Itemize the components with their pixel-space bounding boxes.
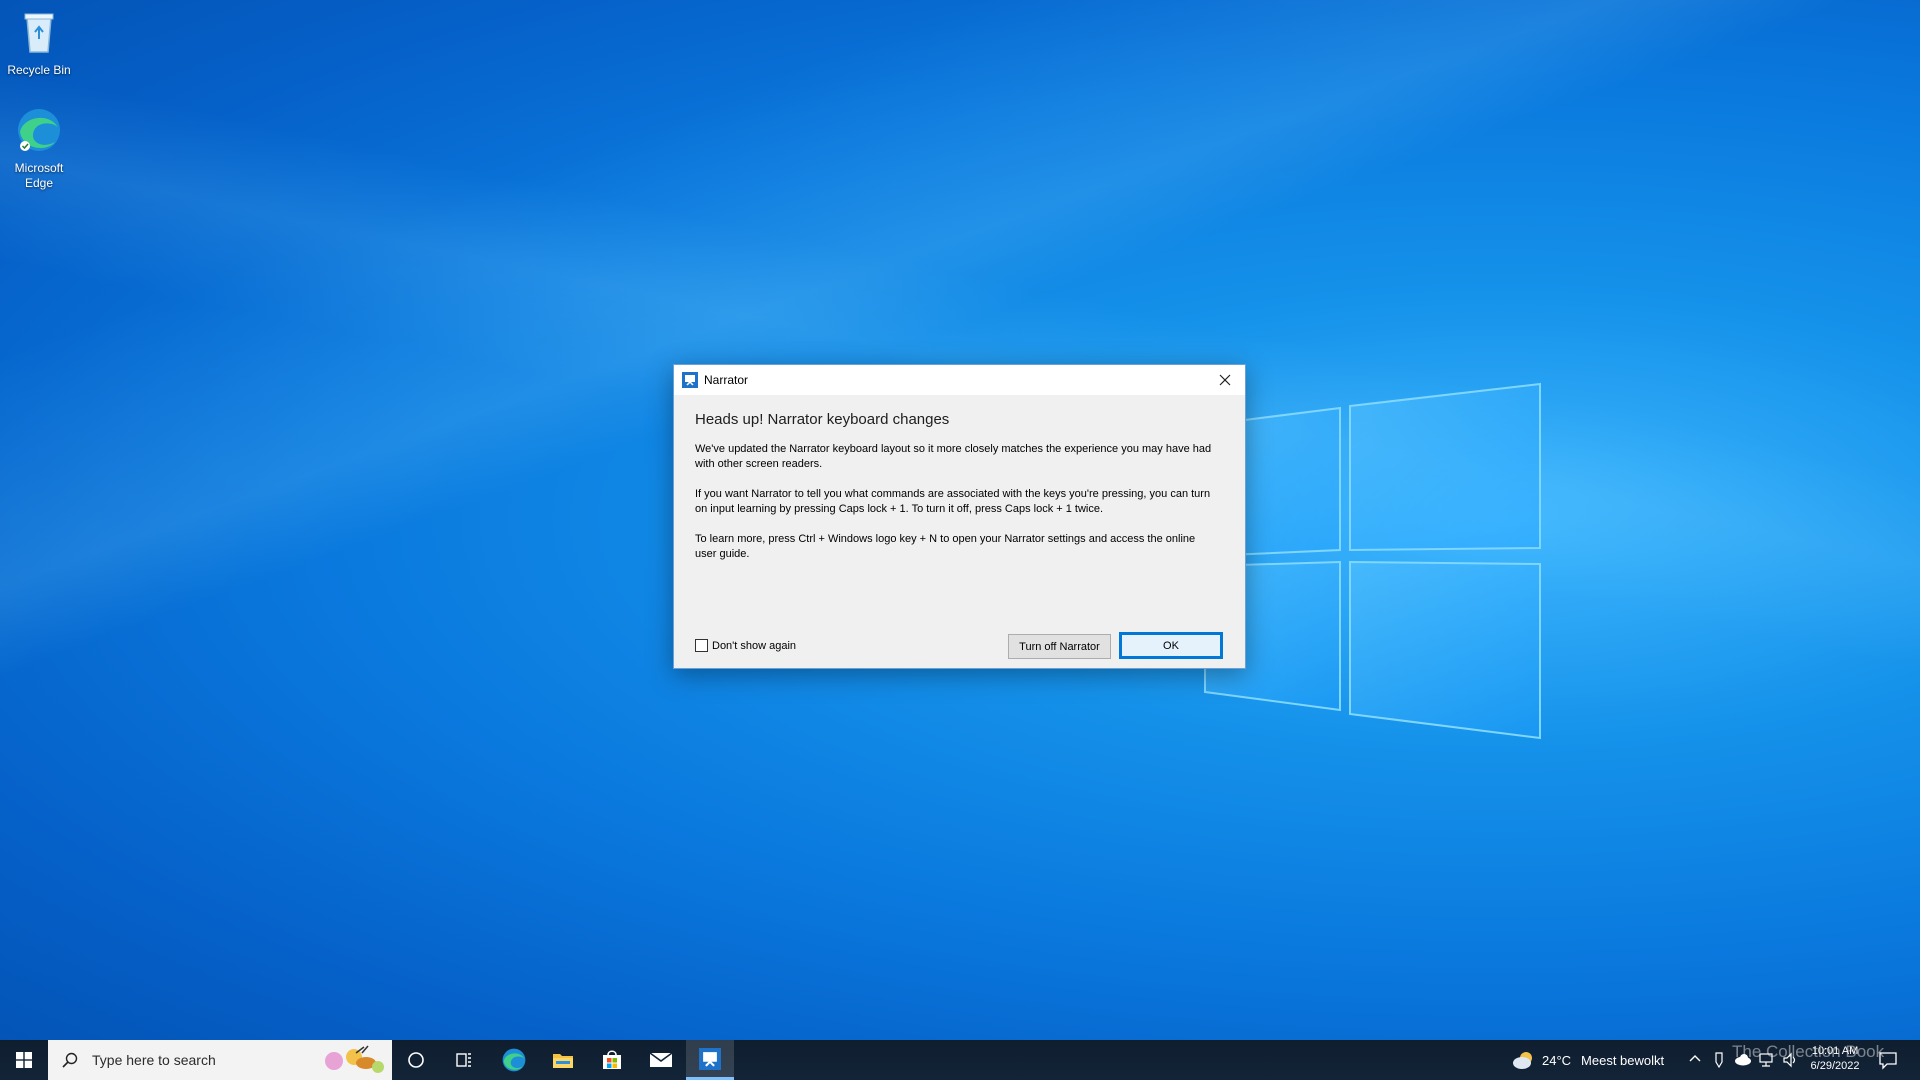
turn-off-narrator-button[interactable]: Turn off Narrator: [1008, 634, 1111, 659]
task-view-icon: [456, 1053, 471, 1067]
dialog-titlebar[interactable]: Narrator: [674, 365, 1245, 395]
edge-icon: [502, 1048, 526, 1072]
dialog-title: Narrator: [704, 373, 749, 387]
task-view-button[interactable]: [440, 1040, 488, 1080]
dialog-paragraph: To learn more, press Ctrl + Windows logo…: [695, 533, 1196, 560]
search-placeholder: Type here to search: [92, 1052, 216, 1068]
taskbar-store-button[interactable]: [588, 1040, 636, 1080]
desktop-icon-recycle-bin[interactable]: Recycle Bin: [0, 8, 78, 78]
cortana-icon: [408, 1052, 424, 1068]
dialog-paragraph: If you want Narrator to tell you what co…: [695, 488, 1211, 515]
search-icon: [62, 1052, 78, 1068]
dialog-paragraph: We've updated the Narrator keyboard layo…: [695, 443, 1212, 470]
desktop-icon-label: Microsoft Edge: [14, 161, 64, 190]
pen-icon[interactable]: [1712, 1052, 1726, 1068]
ok-button[interactable]: OK: [1119, 632, 1223, 659]
dont-show-again-checkbox[interactable]: Don't show again: [695, 639, 796, 652]
watermark-text: The Collection Book: [1732, 1042, 1885, 1061]
taskbar-mail-button[interactable]: [637, 1040, 685, 1080]
checkbox-label: Don't show again: [712, 639, 797, 652]
desktop-icon-microsoft-edge[interactable]: Microsoft Edge: [0, 106, 78, 191]
weather-temperature: 24°C: [1542, 1052, 1572, 1068]
weather-cloud-icon: [1513, 1052, 1532, 1069]
dialog-heading: Heads up! Narrator keyboard changes: [695, 411, 950, 428]
start-button[interactable]: [0, 1040, 48, 1080]
recycle-bin-icon: [24, 13, 54, 53]
store-icon: [603, 1050, 621, 1069]
windows-start-icon: [16, 1052, 32, 1068]
narrator-icon: [699, 1047, 721, 1070]
weather-description: Meest bewolkt: [1581, 1052, 1665, 1068]
checkbox-box[interactable]: [695, 639, 708, 652]
close-button[interactable]: [1205, 365, 1245, 395]
cortana-button[interactable]: [392, 1040, 440, 1080]
search-highlight-art-icon: [325, 1045, 384, 1073]
taskbar-narrator-button[interactable]: [686, 1040, 734, 1080]
chevron-up-icon[interactable]: [1688, 1052, 1702, 1066]
file-explorer-icon: [553, 1054, 573, 1068]
taskbar-edge-button[interactable]: [490, 1040, 538, 1080]
weather-widget[interactable]: 24°C Meest bewolkt: [1512, 1040, 1664, 1080]
edge-icon: [18, 109, 60, 151]
mail-icon: [649, 1052, 673, 1067]
narrator-dialog: Narrator Heads up! Narrator keyboard cha…: [673, 364, 1246, 669]
desktop-icon-label: Recycle Bin: [7, 63, 71, 77]
taskbar: Type here to search 24°C Meest bewolkt 1…: [0, 1040, 1920, 1080]
narrator-icon: [682, 372, 698, 388]
taskbar-file-explorer-button[interactable]: [539, 1040, 587, 1080]
close-icon: [1219, 374, 1231, 386]
search-box[interactable]: Type here to search: [48, 1040, 392, 1080]
